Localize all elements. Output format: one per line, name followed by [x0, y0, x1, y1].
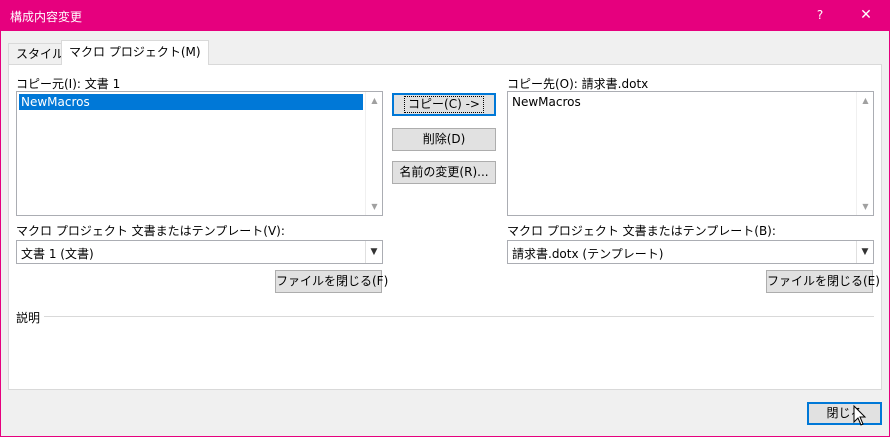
source-combo-label: マクロ プロジェクト 文書またはテンプレート(V):: [16, 224, 285, 238]
target-close-file-button[interactable]: ファイルを閉じる(E): [766, 270, 880, 293]
target-listbox[interactable]: NewMacros ▲ ▼: [507, 91, 874, 216]
chevron-down-icon[interactable]: ▼: [365, 241, 382, 263]
source-list-label: コピー元(I): 文書 1: [16, 77, 121, 91]
source-document-value: 文書 1 (文書): [21, 247, 94, 261]
description-label: 説明: [16, 311, 41, 325]
delete-button[interactable]: 削除(D): [392, 128, 496, 151]
copy-button-label: コピー(C) ->: [404, 96, 484, 113]
tab-macro-projects[interactable]: マクロ プロジェクト(M): [61, 40, 209, 65]
dialog-close-button[interactable]: 閉じる: [807, 402, 882, 425]
scroll-down-icon[interactable]: ▼: [366, 198, 383, 215]
divider: [44, 316, 874, 317]
target-combo-label: マクロ プロジェクト 文書またはテンプレート(B):: [507, 224, 776, 238]
chevron-down-icon[interactable]: ▼: [856, 241, 873, 263]
vertical-scrollbar[interactable]: ▲ ▼: [365, 92, 382, 215]
source-close-file-button[interactable]: ファイルを閉じる(F): [275, 270, 388, 293]
scroll-up-icon[interactable]: ▲: [857, 92, 874, 109]
source-document-select[interactable]: 文書 1 (文書) ▼: [16, 240, 383, 264]
target-document-select[interactable]: 請求書.dotx (テンプレート) ▼: [507, 240, 874, 264]
list-item[interactable]: NewMacros: [510, 94, 854, 110]
scroll-down-icon[interactable]: ▼: [857, 198, 874, 215]
target-document-value: 請求書.dotx (テンプレート): [512, 247, 664, 261]
copy-button[interactable]: コピー(C) ->: [392, 93, 496, 116]
window-title: 構成内容変更: [10, 10, 83, 24]
title-bar: 構成内容変更 ? ✕: [0, 0, 890, 31]
source-listbox[interactable]: NewMacros ▲ ▼: [16, 91, 383, 216]
help-button[interactable]: ?: [798, 0, 842, 31]
rename-button[interactable]: 名前の変更(R)...: [392, 161, 496, 184]
scroll-up-icon[interactable]: ▲: [366, 92, 383, 109]
close-icon[interactable]: ✕: [844, 0, 888, 31]
list-item[interactable]: NewMacros: [19, 94, 363, 110]
target-list-label: コピー先(O): 請求書.dotx: [507, 77, 649, 91]
mouse-cursor-icon: [853, 405, 867, 426]
vertical-scrollbar[interactable]: ▲ ▼: [856, 92, 873, 215]
